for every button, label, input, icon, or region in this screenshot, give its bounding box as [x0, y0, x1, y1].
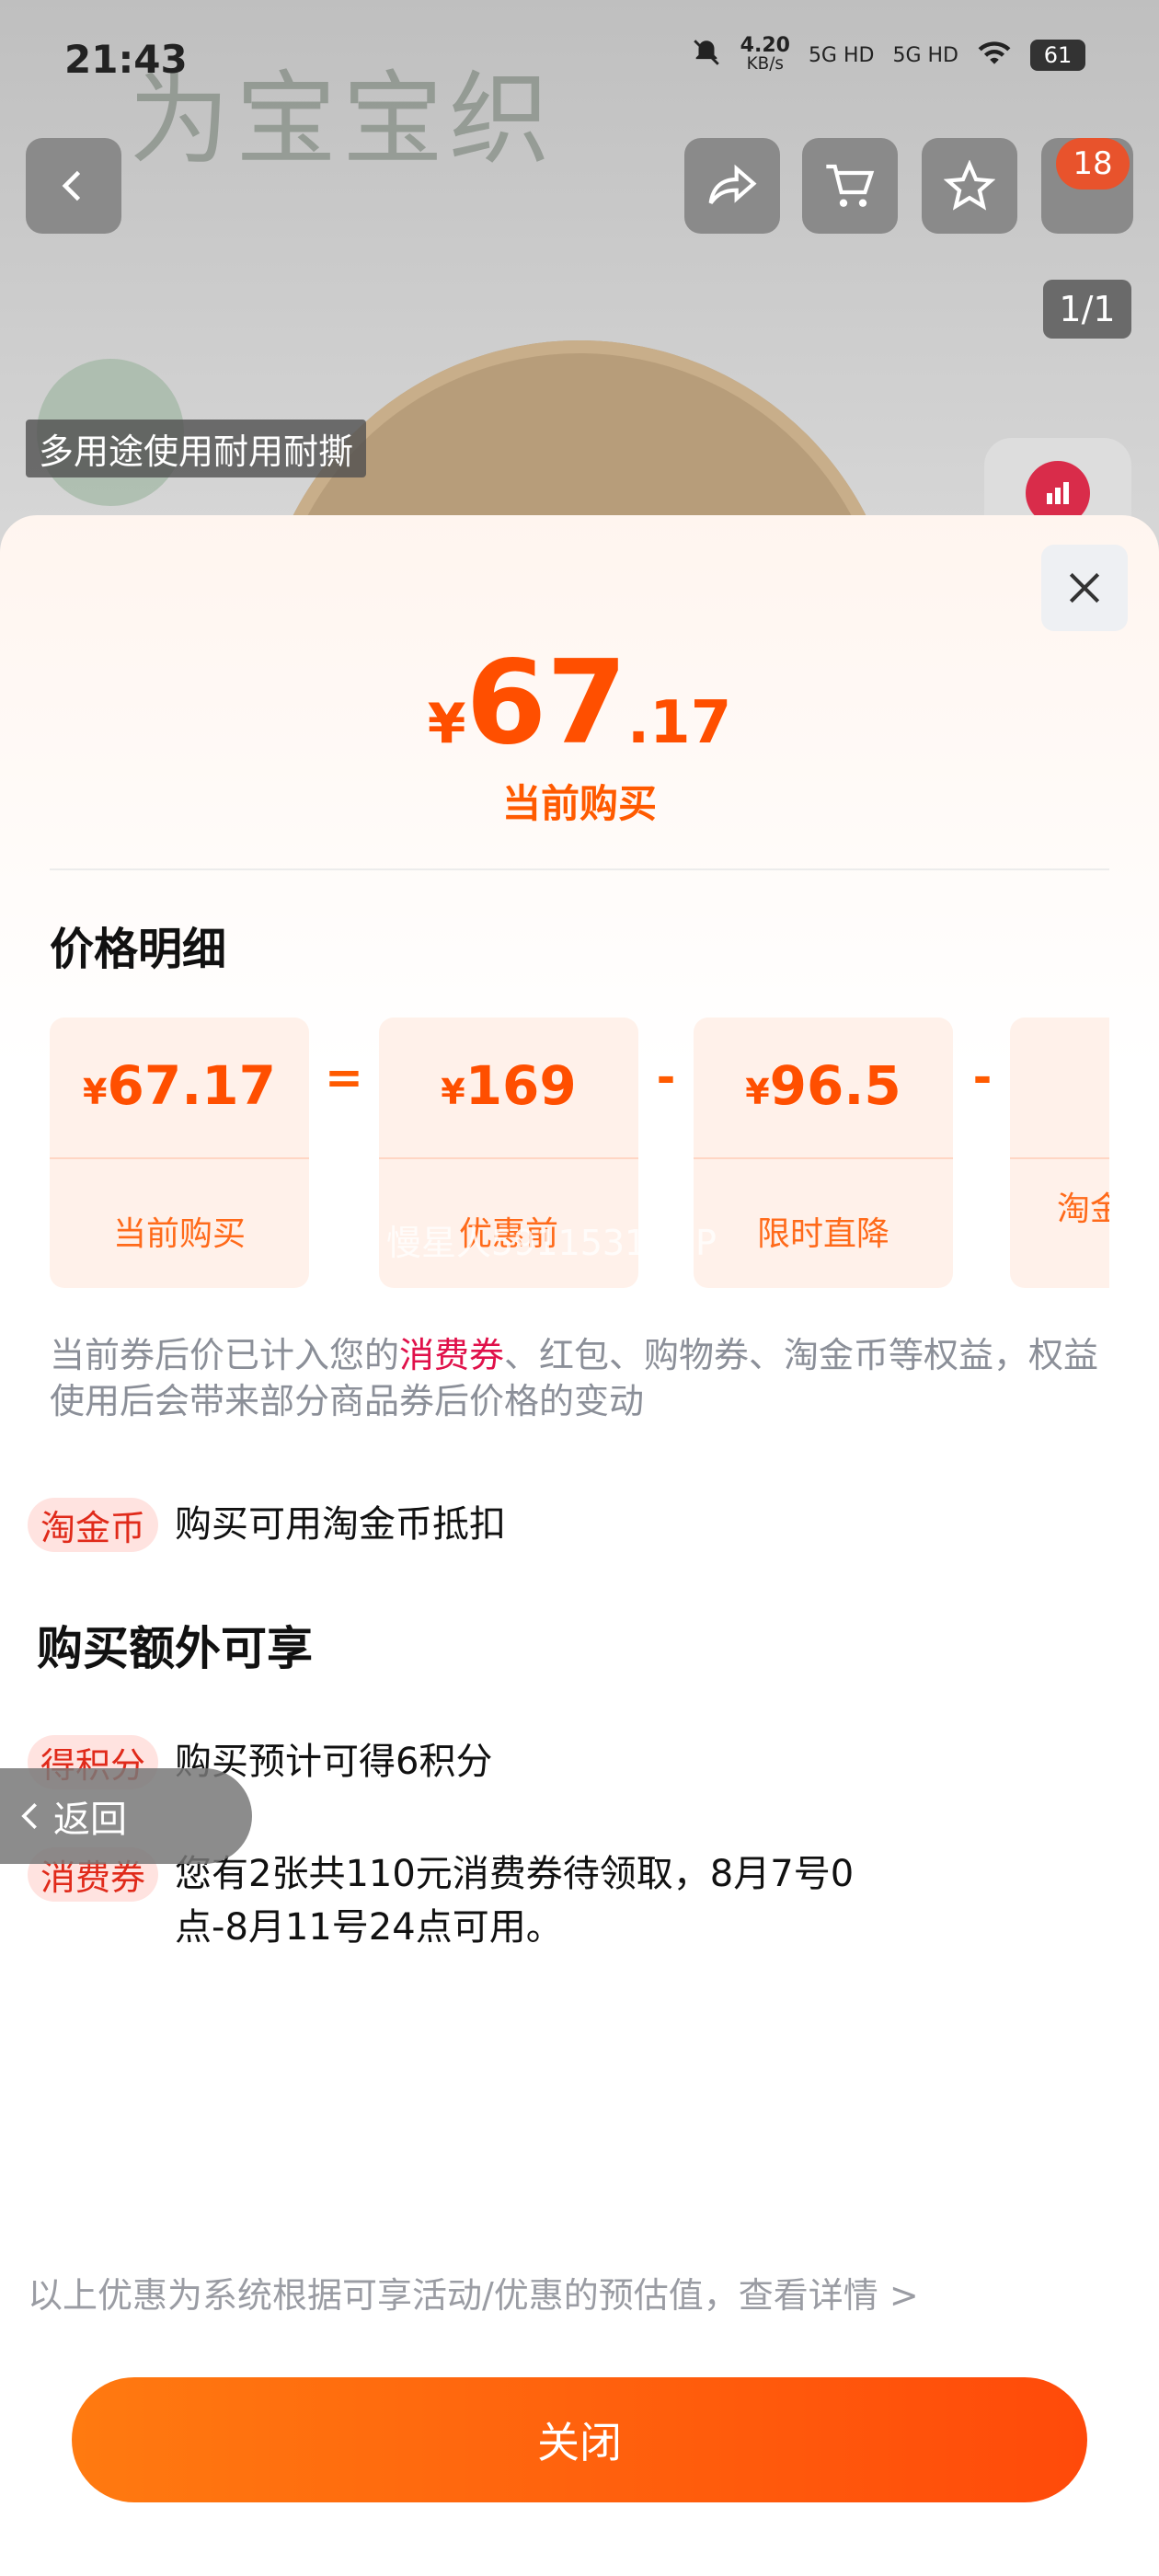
price-breakdown-title: 价格明细 — [50, 924, 227, 975]
wifi-icon — [977, 39, 1012, 72]
product-caption: 多用途使用耐用耐撕 — [26, 420, 367, 477]
image-pager: 1/1 — [1043, 280, 1131, 339]
minus-sign-2: - — [972, 1051, 993, 1104]
floating-back-button[interactable]: 返回 — [0, 1768, 252, 1864]
coupon-highlight: 消费券 — [399, 1335, 505, 1375]
equals-sign: = — [325, 1051, 363, 1104]
status-time: 21:43 — [64, 37, 188, 82]
breakdown-card-discount: ¥96.5 限时直降 — [694, 1018, 953, 1288]
taojinbi-row: 淘金币 购买可用淘金币抵扣 — [28, 1498, 506, 1552]
favorite-button[interactable] — [922, 138, 1017, 234]
taojinbi-tag: 淘金币 — [28, 1498, 159, 1552]
back-label: 返回 — [53, 1799, 127, 1841]
chevron-left-icon — [62, 170, 81, 201]
breakdown-card-current: ¥67.17 当前购买 — [50, 1018, 309, 1288]
disclaimer-link[interactable]: 以上优惠为系统根据可享活动/优惠的预估值，查看详情 > — [28, 2267, 919, 2317]
watermark: 慢星人59115312HP — [386, 1223, 717, 1263]
close-sheet-button[interactable] — [1041, 545, 1128, 631]
signal-1-icon: 5G HD — [808, 43, 875, 67]
price-note: 当前券后价已计入您的消费券、红包、购物券、淘金币等权益，权益使用后会带来部分商品… — [50, 1335, 1099, 1421]
signal-2-icon: 5G HD — [892, 43, 958, 67]
mute-bell-icon — [691, 37, 722, 74]
extra-benefits-title: 购买额外可享 — [37, 1622, 313, 1675]
cart-icon — [826, 164, 875, 207]
cart-button[interactable] — [802, 138, 898, 234]
share-button[interactable] — [684, 138, 780, 234]
breakdown-card-taojinbi: ¥0 淘金币抵扣 — [1010, 1018, 1109, 1288]
star-icon — [944, 160, 995, 211]
divider — [50, 868, 1109, 870]
share-icon — [708, 164, 757, 204]
chevron-left-icon — [21, 1802, 37, 1830]
cart-count-badge: 18 — [1056, 138, 1130, 190]
minus-sign: - — [656, 1051, 676, 1104]
coupon-text: 您有2张共110元消费券待领取，8月7号0 点-8月11号24点可用。 — [175, 1853, 855, 1949]
close-button[interactable]: 关闭 — [72, 2377, 1087, 2502]
battery-icon: 61 — [1030, 40, 1085, 71]
status-icons: 4.20 KB/s 5G HD 5G HD 61 — [691, 34, 1085, 74]
network-speed: 4.20 KB/s — [740, 34, 790, 74]
current-price-label: 当前购买 — [501, 781, 657, 826]
current-price: ¥67.17 — [427, 635, 732, 770]
close-icon — [1069, 572, 1100, 604]
back-arrow-button[interactable] — [26, 138, 121, 234]
taojinbi-text: 购买可用淘金币抵扣 — [175, 1503, 507, 1546]
status-bar: 21:43 4.20 KB/s 5G HD 5G HD 61 — [0, 0, 1159, 120]
